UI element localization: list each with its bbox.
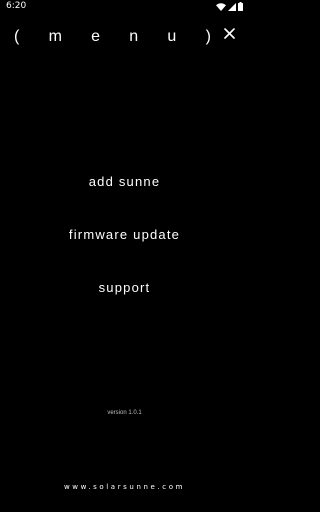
battery-icon	[238, 0, 243, 16]
status-bar: 6:20	[0, 0, 249, 14]
menu-item-add-sunne[interactable]: add sunne	[0, 174, 249, 190]
version-label: version 1.0.1	[107, 410, 142, 416]
status-icons	[216, 1, 243, 11]
menu-item-support[interactable]: support	[0, 280, 249, 296]
cellular-icon	[228, 0, 236, 16]
website-link[interactable]: www.solarsunne.com	[0, 482, 249, 492]
close-button[interactable]	[220, 26, 238, 44]
wifi-icon	[216, 0, 226, 16]
status-time: 6:20	[6, 1, 27, 11]
menu-item-firmware-update[interactable]: firmware update	[0, 227, 249, 243]
header: ( m e n u )	[0, 22, 249, 52]
page-title: ( m e n u )	[14, 28, 224, 45]
close-icon	[223, 26, 235, 44]
